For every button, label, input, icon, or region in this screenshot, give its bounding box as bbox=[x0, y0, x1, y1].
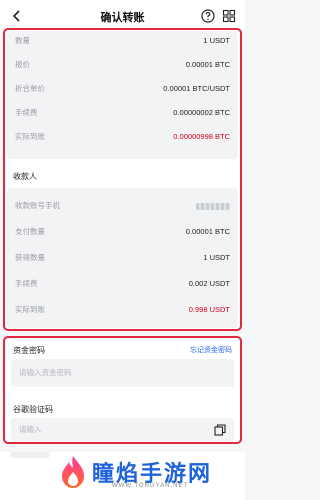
grid-menu-icon[interactable] bbox=[222, 9, 236, 23]
google-code-label: 谷歌验证码 bbox=[13, 405, 53, 414]
paste-icon[interactable] bbox=[214, 424, 226, 436]
fund-password-label: 资金密码 bbox=[13, 346, 45, 355]
summary-row: 报价 0.00001 BTC bbox=[15, 60, 230, 69]
payee-row: 收款账号手机 bbox=[15, 199, 230, 213]
google-code-input[interactable]: 请输入 bbox=[11, 418, 234, 442]
payee-row: 实际到账 0.998 USDT bbox=[15, 305, 230, 314]
summary-row: 手续费 0.00000002 BTC bbox=[15, 108, 230, 117]
payee-section-label: 收款人 bbox=[13, 172, 37, 181]
masked-phone bbox=[196, 203, 230, 210]
payee-card: 收款账号手机 支付数量 0.00001 BTC 获得数量 1 USDT 手续费 … bbox=[7, 188, 238, 328]
flame-logo-icon bbox=[62, 456, 84, 488]
transfer-details-box: 数量 1 USDT 报价 0.00001 BTC 折合单价 0.00001 BT… bbox=[3, 28, 242, 331]
fund-password-input[interactable]: 请输入资金密码 bbox=[11, 359, 234, 387]
payee-row: 支付数量 0.00001 BTC bbox=[15, 227, 230, 236]
payee-row: 手续费 0.002 USDT bbox=[15, 279, 230, 288]
help-icon[interactable] bbox=[201, 9, 215, 23]
watermark-url: WWW.TONGYAN.NET bbox=[112, 483, 189, 489]
summary-row: 数量 1 USDT bbox=[15, 36, 230, 45]
payee-row: 获得数量 1 USDT bbox=[15, 253, 230, 262]
bottom-pill bbox=[10, 452, 50, 458]
security-inputs-box: 资金密码 忘记资金密码 请输入资金密码 谷歌验证码 请输入 bbox=[3, 336, 242, 444]
summary-row: 实际到账 0.00000998 BTC bbox=[15, 132, 230, 141]
summary-card: 数量 1 USDT 报价 0.00001 BTC 折合单价 0.00001 BT… bbox=[7, 31, 238, 159]
forgot-password-link[interactable]: 忘记资金密码 bbox=[190, 345, 232, 355]
summary-row: 折合单价 0.00001 BTC/USDT bbox=[15, 84, 230, 93]
